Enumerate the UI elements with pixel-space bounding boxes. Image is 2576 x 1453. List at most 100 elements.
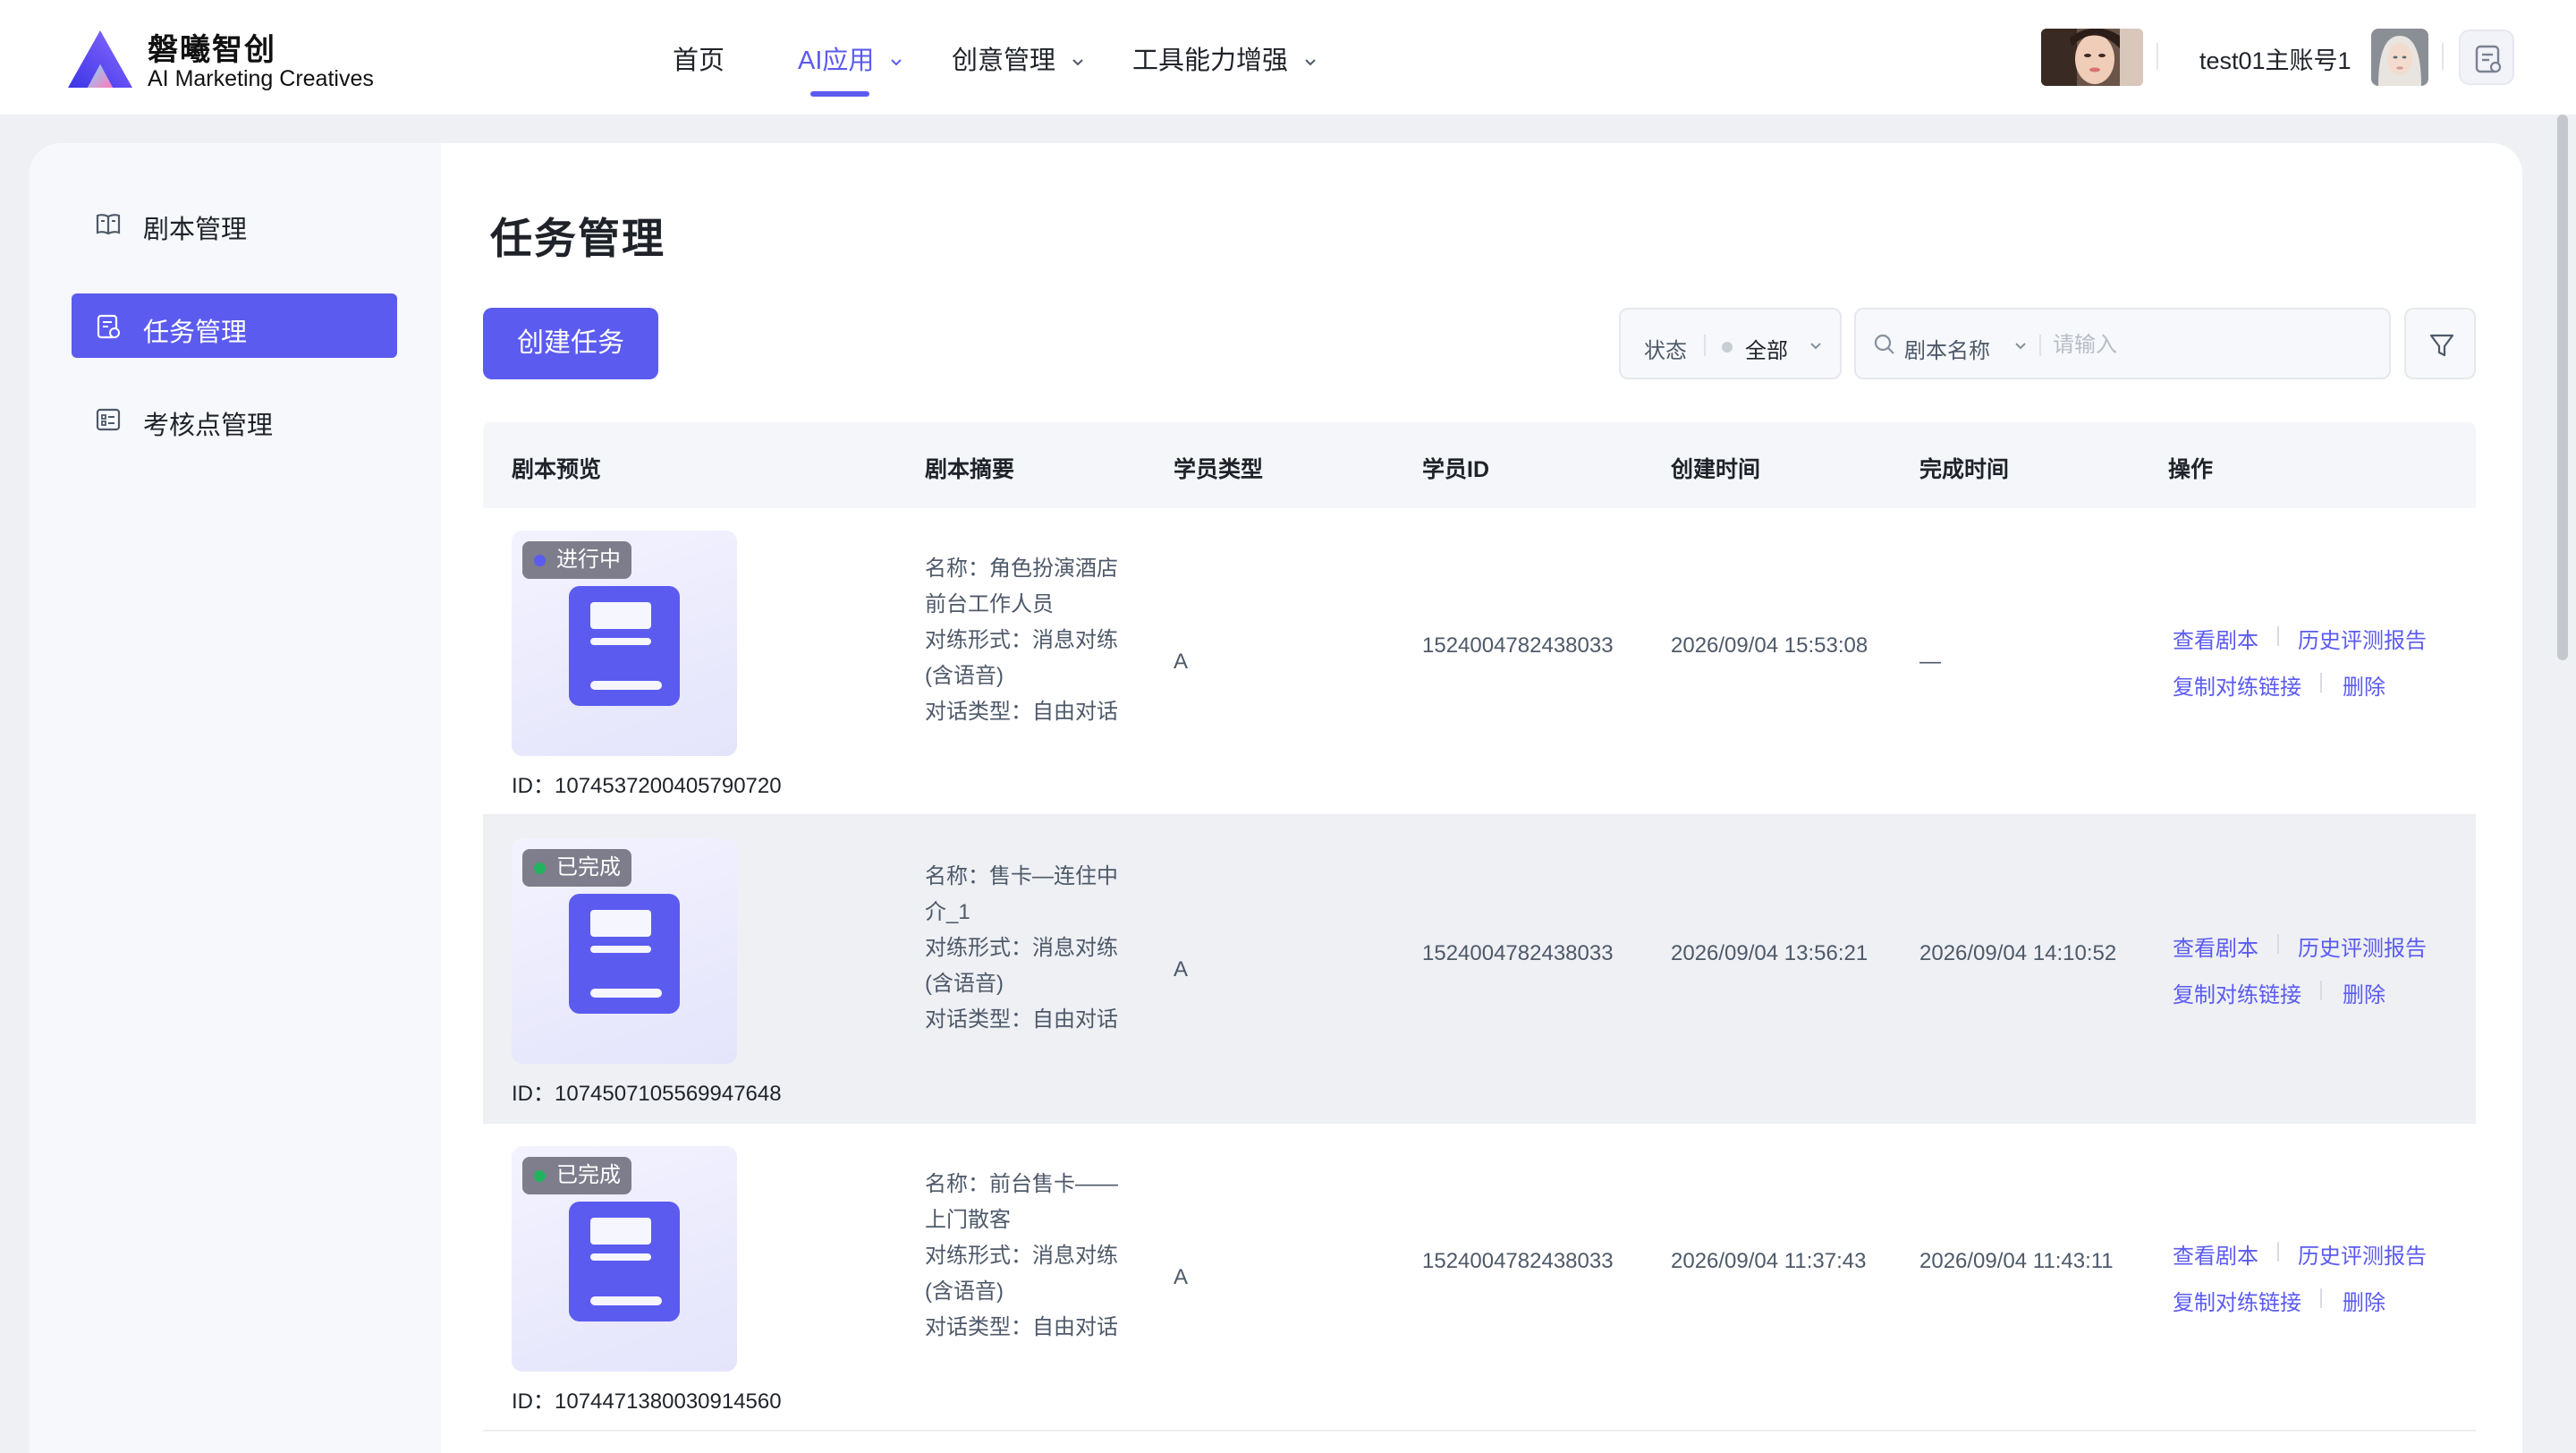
search-icon (1874, 334, 1894, 354)
nav-ai-apps-label: AI应用 (798, 47, 875, 75)
summary-practice-form: 对练形式：消息对练(含语音) (925, 936, 1118, 996)
nav-home[interactable]: 首页 (673, 39, 724, 77)
divider (2320, 1288, 2322, 1308)
summary-dialogue-type: 对话类型：自由对话 (925, 1007, 1118, 1032)
script-id: ID：1074537200405790720 (512, 774, 782, 798)
script-cover-thumbnail[interactable]: 已完成 (512, 838, 737, 1064)
view-script-link[interactable]: 查看剧本 (2173, 623, 2258, 654)
history-report-link[interactable]: 历史评测报告 (2298, 623, 2427, 654)
page-scrollbar[interactable] (2554, 115, 2570, 660)
divider (2157, 43, 2158, 70)
document-icon (569, 894, 680, 1014)
avatar-image-icon (2371, 29, 2428, 86)
status-badge: 已完成 (522, 1157, 631, 1194)
script-cover-thumbnail[interactable]: 已完成 (512, 1146, 737, 1372)
delete-link[interactable]: 删除 (2343, 1285, 2385, 1316)
script-id: ID：1074507105569947648 (512, 1082, 782, 1106)
view-script-link[interactable]: 查看剧本 (2173, 1238, 2258, 1270)
column-header-created-time: 创建时间 (1671, 457, 1761, 482)
advanced-filter-button[interactable] (2404, 308, 2476, 379)
summary-name: 名称：角色扮演酒店前台工作人员 (925, 557, 1118, 616)
chevron-down-icon (1072, 59, 1083, 66)
brand-name-en: AI Marketing Creatives (148, 66, 374, 91)
search-field-select[interactable]: 剧本名称 (1904, 333, 1990, 364)
summary-dialogue-type: 对话类型：自由对话 (925, 700, 1118, 724)
filter-funnel-icon (2429, 334, 2454, 357)
nav-ai-apps[interactable]: AI应用 (798, 39, 902, 77)
table-header: 剧本预览 剧本摘要 学员类型 学员ID 创建时间 完成时间 操作 (483, 422, 2476, 508)
user-avatar[interactable] (2371, 29, 2428, 86)
copy-practice-link[interactable]: 复制对练链接 (2173, 977, 2301, 1008)
student-type: A (1174, 957, 1189, 981)
sidebar-item-label: 剧本管理 (143, 216, 248, 244)
summary-name: 名称：售卡—连住中介_1 (925, 864, 1118, 924)
sidebar-item-script-management[interactable]: 剧本管理 (72, 191, 397, 255)
student-id: 1524004782438033 (1422, 633, 1614, 658)
copy-practice-link[interactable]: 复制对练链接 (2173, 669, 2301, 701)
status-filter-select[interactable]: 状态 全部 (1619, 308, 1842, 379)
message-list-icon (2475, 45, 2502, 73)
status-filter-value: 全部 (1745, 339, 1788, 363)
scrollbar-thumb[interactable] (2557, 115, 2568, 660)
message-center-button[interactable] (2459, 30, 2514, 85)
divider (1704, 335, 1706, 356)
copy-practice-link[interactable]: 复制对练链接 (2173, 1285, 2301, 1316)
status-dot-icon (1722, 342, 1733, 353)
main-panel: 任务管理 创建任务 状态 全部 剧本名称 剧本预览 剧本摘要 学员类型 学员ID… (441, 143, 2522, 1453)
search-input[interactable] (2053, 327, 2366, 363)
divider (2442, 43, 2444, 70)
sidebar-item-checkpoint-management[interactable]: 考核点管理 (72, 387, 397, 451)
table-row: 已完成 ID：1074471380030914560 名称：前台售卡——上门散客… (483, 1124, 2476, 1432)
username[interactable]: test01主账号1 (2199, 41, 2351, 76)
nav-tool-enhancement[interactable]: 工具能力增强 (1132, 39, 1317, 77)
divider (2277, 626, 2279, 646)
summary-dialogue-type: 对话类型：自由对话 (925, 1315, 1118, 1339)
sidebar: 剧本管理 任务管理 考核点管理 ‹ (30, 143, 468, 1453)
view-script-link[interactable]: 查看剧本 (2173, 930, 2258, 962)
task-table: 剧本预览 剧本摘要 学员类型 学员ID 创建时间 完成时间 操作 进行中 ID：… (483, 422, 2476, 1432)
student-id: 1524004782438033 (1422, 941, 1614, 965)
divider (2277, 1242, 2279, 1262)
sidebar-item-label: 任务管理 (143, 319, 248, 347)
script-summary: 名称：角色扮演酒店前台工作人员 对练形式：消息对练(含语音) 对话类型：自由对话 (925, 551, 1122, 730)
sidebar-item-label: 考核点管理 (143, 412, 274, 440)
status-dot-icon (534, 555, 546, 566)
history-report-link[interactable]: 历史评测报告 (2298, 1238, 2427, 1270)
status-dot-icon (534, 862, 546, 874)
column-header-finished-time: 完成时间 (1919, 457, 2010, 482)
finished-time: 2026/09/04 14:10:52 (1919, 941, 2117, 965)
brand-logo-icon[interactable] (64, 27, 136, 91)
chevron-down-icon (1305, 59, 1316, 66)
status-badge-label: 已完成 (556, 1163, 621, 1187)
task-list-icon (97, 314, 120, 339)
history-report-link[interactable]: 历史评测报告 (2298, 930, 2427, 962)
chevron-down-icon (891, 59, 902, 66)
nav-creative-management[interactable]: 创意管理 (952, 39, 1084, 77)
student-type: A (1174, 1265, 1189, 1289)
column-header-student-id: 学员ID (1422, 457, 1490, 482)
delete-link[interactable]: 删除 (2343, 669, 2385, 701)
summary-practice-form: 对练形式：消息对练(含语音) (925, 1244, 1118, 1304)
book-icon (96, 214, 121, 235)
status-filter-label: 状态 (1644, 339, 1687, 363)
create-task-button[interactable]: 创建任务 (483, 308, 658, 379)
divider (2320, 673, 2322, 693)
divider (2277, 934, 2279, 954)
column-header-script-preview: 剧本预览 (512, 457, 602, 482)
script-cover-thumbnail[interactable]: 进行中 (512, 531, 737, 756)
chevron-down-icon[interactable] (2013, 339, 2028, 353)
nav-creative-management-label: 创意管理 (952, 47, 1056, 75)
status-badge: 进行中 (522, 541, 631, 579)
delete-link[interactable]: 删除 (2343, 977, 2385, 1008)
divider (2039, 335, 2041, 356)
top-navigation-bar: 磐曦智创 AI Marketing Creatives 首页 AI应用 创意管理… (0, 0, 2576, 115)
script-search-box: 剧本名称 (1854, 308, 2391, 379)
digital-human-thumbnail[interactable] (2041, 29, 2143, 86)
column-header-actions: 操作 (2168, 457, 2214, 482)
status-badge: 已完成 (522, 849, 631, 887)
sidebar-item-task-management[interactable]: 任务管理 (72, 293, 397, 358)
document-icon (569, 1202, 680, 1321)
finished-time: — (1919, 650, 1941, 674)
column-header-script-summary: 剧本摘要 (925, 457, 1015, 482)
created-time: 2026/09/04 13:56:21 (1671, 941, 1868, 965)
